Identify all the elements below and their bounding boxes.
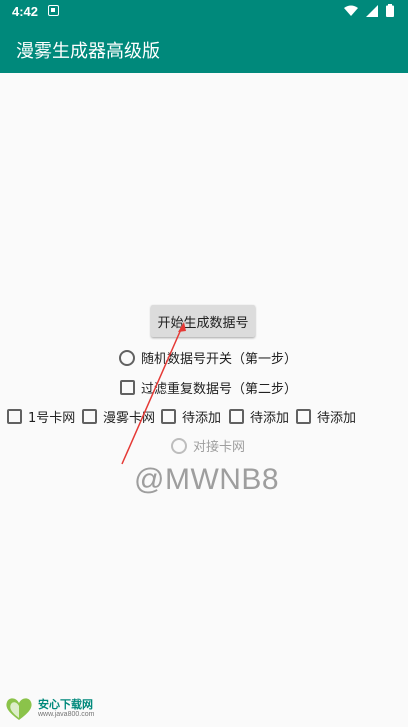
logo-site-url: www.java800.com <box>38 711 95 718</box>
logo-site-name: 安心下载网 <box>38 698 93 711</box>
annotation-arrow <box>121 322 186 465</box>
heart-logo-icon <box>6 698 32 720</box>
watermark-text: @MWNB8 <box>134 463 280 496</box>
logo-text: 安心下载网 www.java800.com <box>38 699 94 719</box>
site-logo: 安心下载网 www.java800.com <box>4 697 94 721</box>
